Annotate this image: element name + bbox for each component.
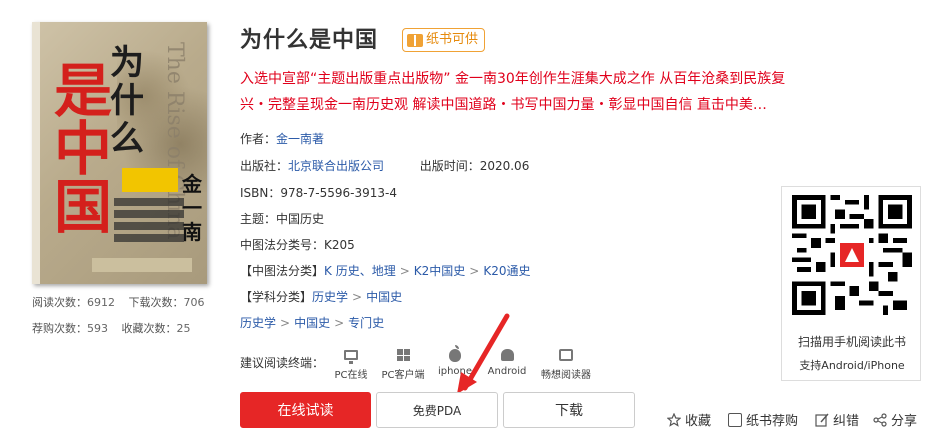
publisher-label: 出版社： — [240, 159, 289, 173]
clc-category-link[interactable]: K2中国史 — [414, 264, 466, 278]
read-online-button[interactable]: 在线试读 — [240, 392, 371, 428]
reading-terminals: 建议阅读终端： PC在线 PC客户端 iphone Android 畅想阅读器 — [240, 344, 598, 381]
clc-category-link[interactable]: K 历史、地理 — [324, 264, 396, 278]
download-button[interactable]: 下载 — [503, 392, 635, 428]
book-recommend-icon — [728, 412, 742, 427]
favorite-action[interactable]: 收藏 — [667, 410, 711, 429]
isbn-row: ISBN：978-7-5596-3913-4 — [240, 184, 397, 201]
cover-yellow-banner — [122, 168, 178, 192]
clc-category-row: 【中图法分类】K 历史、地理 > K2中国史 > K20通史 — [240, 262, 530, 279]
book-cover: 为什么 是中国 The Rise of China 金一南 — [32, 22, 207, 284]
breadcrumb-separator: > — [399, 264, 410, 278]
subject-path-link[interactable]: 专门史 — [348, 316, 384, 330]
pubdate-label: 出版时间： — [419, 159, 480, 173]
windows-icon — [396, 349, 410, 361]
recommend-count: 荐购次数：593 — [32, 322, 108, 336]
subject-path-link[interactable]: 历史学 — [240, 316, 276, 330]
isbn-label: ISBN： — [240, 186, 281, 200]
author-label: 作者： — [240, 132, 277, 146]
qr-caption: 扫描用手机阅读此书 — [797, 335, 906, 349]
favorite-label: 收藏 — [685, 414, 712, 429]
book-title: 为什么是中国 — [240, 28, 379, 53]
terminal-label: 畅想阅读器 — [541, 370, 592, 381]
download-count-label: 下载次数： — [128, 296, 184, 309]
share-label: 分享 — [891, 414, 918, 429]
favorite-count: 收藏次数：25 — [122, 322, 191, 336]
edit-icon — [815, 413, 829, 427]
book-description: 入选中宣部“主题出版重点出版物” 金一南30年创作生涯集大成之作 从百年沧桑到民… — [240, 71, 786, 113]
read-count-label: 阅读次数： — [32, 296, 87, 309]
subject-category-link[interactable]: 中国史 — [366, 290, 402, 304]
correct-action[interactable]: 纠错 — [815, 410, 859, 429]
share-action[interactable]: 分享 — [873, 410, 917, 429]
publisher-row: 出版社：北京联合出版公司 出版时间：2020.06 — [240, 157, 529, 174]
monitor-icon — [344, 350, 359, 364]
breadcrumb-separator: > — [469, 264, 480, 278]
recommend-label: 纸书荐购 — [746, 414, 799, 429]
recommend-action[interactable]: 纸书荐购 — [728, 410, 798, 429]
reading-terminals-label: 建议阅读终端： — [240, 356, 325, 370]
clc-label: 中图法分类号： — [240, 238, 325, 252]
terminal-pc-client[interactable]: PC客户端 — [378, 346, 428, 381]
qr-panel: 扫描用手机阅读此书 支持Android/iPhone — [781, 186, 921, 381]
terminal-label: PC在线 — [334, 370, 368, 381]
read-count-value: 6912 — [87, 296, 115, 309]
author-row: 作者：金一南著 — [240, 130, 324, 147]
cover-spine — [32, 22, 40, 284]
cover-title-red: 是中国 — [54, 57, 113, 241]
isbn-value: 978-7-5596-3913-4 — [280, 186, 397, 200]
breadcrumb-separator: > — [334, 316, 345, 330]
subject-path-link[interactable]: 中国史 — [294, 316, 330, 330]
cover-author: 金一南 — [182, 172, 202, 244]
badge-label: 纸书可供 — [426, 32, 479, 47]
subject-category-link[interactable]: 历史学 — [312, 290, 348, 304]
author-link[interactable]: 金一南著 — [276, 132, 324, 146]
subject-label: 主题： — [240, 212, 277, 226]
terminal-pc-online[interactable]: PC在线 — [326, 346, 376, 381]
star-icon — [667, 412, 681, 427]
breadcrumb-separator: > — [352, 290, 363, 304]
qr-support-caption: 支持Android/iPhone — [799, 359, 905, 372]
terminal-label: PC客户端 — [381, 370, 425, 381]
paper-book-badge[interactable]: 纸书可供 — [402, 28, 486, 52]
clc-row: 中图法分类号：K205 — [240, 236, 355, 253]
clc-value: K205 — [324, 238, 355, 252]
clc-category-link[interactable]: K20通史 — [483, 264, 530, 278]
annotation-arrow — [457, 313, 510, 394]
terminal-reader[interactable]: 畅想阅读器 — [534, 346, 598, 381]
publisher-link[interactable]: 北京联合出版公司 — [288, 159, 384, 173]
download-count-value: 706 — [183, 296, 205, 309]
clc-category-label: 【中图法分类】 — [240, 264, 325, 278]
download-count: 下载次数：706 — [129, 296, 205, 310]
correct-label: 纠错 — [833, 414, 860, 429]
favorite-count-value: 25 — [176, 322, 191, 335]
free-pda-button[interactable]: 免费PDA — [376, 392, 498, 428]
reader-icon — [559, 349, 574, 361]
cover-bullets — [114, 198, 184, 246]
book-stats: 阅读次数：6912 下载次数：706 荐购次数：593 收藏次数：25 — [32, 296, 232, 348]
recommend-count-label: 荐购次数： — [32, 322, 87, 335]
read-count: 阅读次数：6912 — [32, 296, 115, 310]
subject-category-label: 【学科分类】 — [240, 290, 313, 304]
subject-category-row: 【学科分类】历史学 > 中国史 — [240, 288, 402, 305]
recommend-count-value: 593 — [87, 322, 108, 335]
breadcrumb-separator: > — [280, 316, 291, 330]
subject-row: 主题：中国历史 — [240, 210, 324, 227]
cover-bottom-note — [92, 258, 192, 272]
subject-path-row: 历史学 > 中国史 > 专门史 — [240, 314, 384, 331]
qr-code — [792, 195, 912, 315]
share-icon — [873, 412, 887, 427]
favorite-count-label: 收藏次数： — [121, 322, 177, 335]
subject-value: 中国历史 — [276, 212, 325, 226]
book-icon — [407, 33, 423, 47]
pubdate-value: 2020.06 — [479, 159, 530, 173]
